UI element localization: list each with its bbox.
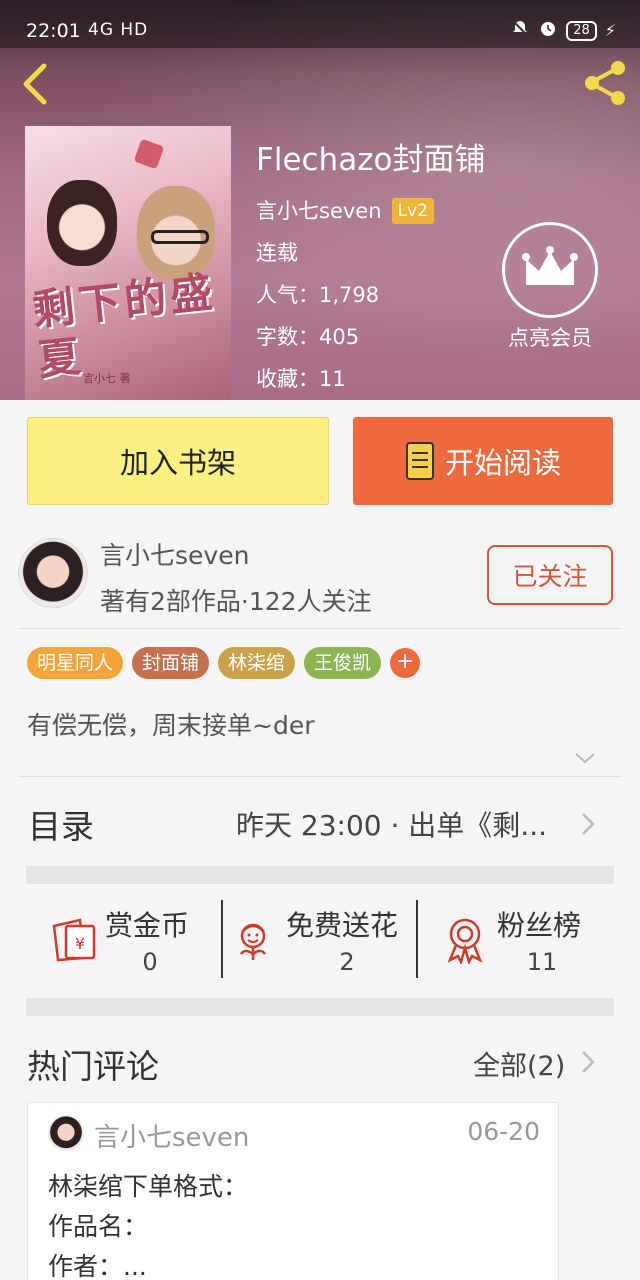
divider [221,900,223,978]
medal-icon [447,918,483,964]
share-button[interactable] [580,58,630,108]
comment-text-line: 作品名： [48,1212,149,1241]
cover-subtitle: 言小七 著 [83,372,131,385]
vip-label: 点亮会员 [508,326,592,350]
book-title: Flechazo封面铺 [256,142,486,178]
vip-button[interactable]: 点亮会员 [500,222,600,352]
share-icon [585,61,625,105]
alarm-icon [538,18,558,43]
free-flower-count: 2 [339,948,355,976]
avatar[interactable] [18,538,88,608]
fans-ranking-count: 11 [526,948,558,976]
tag-item[interactable]: 王俊凯 [304,647,382,679]
coin-envelope-icon: ¥ [52,918,96,962]
book-popularity: 人气：1,798 [256,283,380,307]
section-separator [26,866,614,884]
tag-item[interactable]: 明星同人 [27,647,124,679]
network-indicator: 4G HD [88,20,149,40]
catalog-row[interactable]: 目录 昨天 23:00 · 出单《剩... [0,778,640,866]
chevron-left-icon [23,63,47,105]
status-time: 22:01 [26,20,81,42]
support-stats: ¥ 赏金币 0 免费送花 2 粉丝榜 11 [0,884,640,998]
mute-icon [510,18,530,43]
book-info: Flechazo封面铺 言小七seven Lv2 连载 人气：1,798 字数：… [256,138,485,400]
reward-coins-label: 赏金币 [105,909,190,942]
charging-icon: ⚡ [604,21,616,40]
tag-item[interactable]: 林柒绾 [218,647,296,679]
all-comments-link[interactable]: 全部(2) [473,1044,565,1083]
back-button[interactable] [14,58,58,108]
comment-text-line: 作者：... [48,1252,147,1280]
start-reading-label: 开始阅读 [444,446,561,480]
svg-text:¥: ¥ [75,934,85,953]
cover-title: 剩下的盛夏 [30,266,219,385]
comment-date: 06-20 [467,1117,540,1146]
book-status: 连载 [256,241,298,265]
level-badge: Lv2 [391,198,434,224]
book-intro: 有偿无偿，周末接单~der [27,711,315,740]
add-to-shelf-button[interactable]: 加入书架 [27,417,329,505]
book-header: 22:01 4G HD 28 ⚡ 剩下的盛夏 言小七 著 Flechazo封面铺… [0,0,640,400]
catalog-title: 目录 [28,807,94,846]
comment-card[interactable]: 言小七seven 06-20 林柒绾下单格式： 作品名： 作者：... [27,1102,559,1280]
add-tag-button[interactable]: + [390,648,421,678]
chevron-right-icon [582,1051,595,1073]
fans-ranking-label: 粉丝榜 [497,909,582,942]
reward-coins-count: 0 [142,948,158,976]
action-bar: 加入书架 开始阅读 [0,400,640,518]
author-name[interactable]: 言小七seven [100,536,249,572]
battery-indicator: 28 [566,20,597,41]
tag-list: 明星同人 封面铺 林柒绾 王俊凯 + [27,647,421,679]
start-reading-button[interactable]: 开始阅读 [353,417,613,505]
comment-author[interactable]: 言小七seven [94,1117,249,1154]
divider [18,628,622,629]
comment-text-line: 林柒绾下单格式： [48,1172,249,1201]
avatar[interactable] [48,1115,84,1151]
book-icon [405,442,434,480]
chevron-down-icon [575,753,595,764]
book-cover[interactable]: 剩下的盛夏 言小七 著 [25,126,231,400]
follow-button[interactable]: 已关注 [487,545,613,605]
hot-comments-title: 热门评论 [27,1047,159,1086]
status-bar: 22:01 4G HD 28 ⚡ [0,0,640,48]
tag-item[interactable]: 封面铺 [132,647,210,679]
divider [18,776,622,777]
flower-icon [239,923,267,960]
author-card: 言小七seven 著有2部作品·122人关注 已关注 [0,518,640,628]
chevron-right-icon [582,813,595,835]
free-flower-label: 免费送花 [286,909,399,942]
latest-chapter: 昨天 23:00 · 出单《剩... [236,809,547,842]
expand-intro-button[interactable] [572,748,598,768]
divider [416,900,418,978]
section-separator [26,998,614,1016]
author-stats: 著有2部作品·122人关注 [100,587,372,616]
book-author[interactable]: 言小七seven [256,190,382,232]
book-word-count: 字数：405 [256,325,360,349]
hot-comments-header: 热门评论 全部(2) [0,1016,640,1102]
crown-icon [502,222,598,318]
book-favorites: 收藏：11 [256,367,346,391]
